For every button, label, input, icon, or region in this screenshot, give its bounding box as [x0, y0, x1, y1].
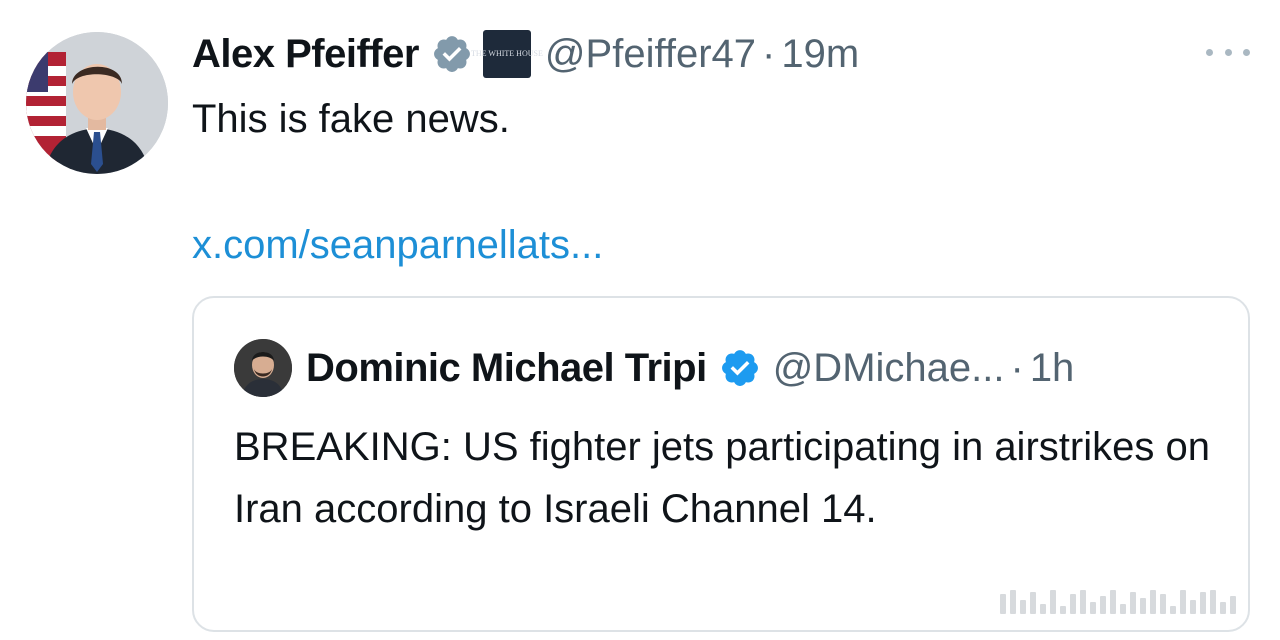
author-avatar[interactable]	[26, 32, 168, 174]
verified-badge-icon[interactable]	[719, 347, 761, 389]
more-dot	[1206, 48, 1213, 56]
separator-dot: ·	[762, 31, 776, 76]
white-house-badge[interactable]: THE WHITE HOUSE	[471, 30, 543, 78]
quoted-tweet-text: BREAKING: US fighter jets participating …	[234, 425, 1210, 531]
author-handle[interactable]: @Pfeiffer47	[545, 32, 756, 77]
tweet: Alex Pfeiffer THE WHITE HOUSE @Pfeiffer4…	[0, 0, 1280, 640]
quoted-tweet[interactable]: Dominic Michael Tripi @DMichae... · 1h B…	[192, 296, 1250, 632]
separator-dot: ·	[1010, 345, 1024, 390]
quoted-tweet-header: Dominic Michael Tripi @DMichae... · 1h	[234, 338, 1074, 398]
watermark	[1000, 590, 1260, 614]
verified-badge-icon[interactable]	[431, 33, 473, 75]
quoted-author-handle[interactable]: @DMichae...	[773, 346, 1005, 391]
author-avatar-image	[26, 32, 168, 174]
quoted-tweet-time[interactable]: 1h	[1030, 346, 1075, 391]
more-options-icon[interactable]	[1206, 40, 1250, 64]
more-dot	[1224, 48, 1232, 56]
author-name[interactable]: Alex Pfeiffer	[192, 32, 419, 77]
more-dot	[1243, 48, 1250, 56]
quoted-author-name[interactable]: Dominic Michael Tripi	[306, 346, 707, 391]
quoted-author-avatar[interactable]	[234, 339, 292, 397]
tweet-text: This is fake news.	[192, 97, 510, 141]
tweet-header: Alex Pfeiffer THE WHITE HOUSE @Pfeiffer4…	[192, 24, 859, 84]
tweet-time[interactable]: 19m	[781, 32, 859, 77]
tweet-link[interactable]: x.com/seanparnellats...	[192, 218, 603, 272]
org-badge-text: THE WHITE HOUSE	[471, 49, 543, 58]
